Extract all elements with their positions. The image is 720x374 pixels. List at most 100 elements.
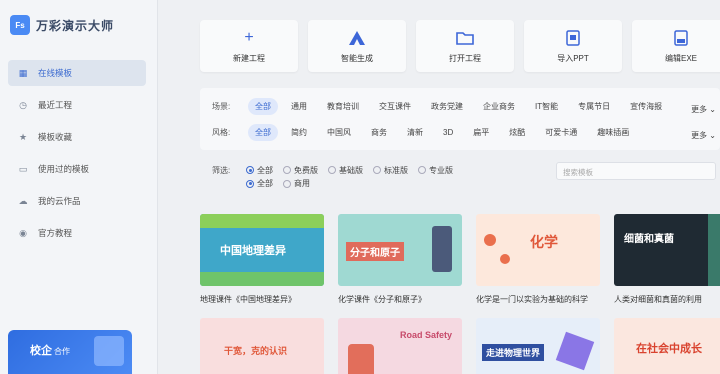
sidebar-item-label: 我的云作品 xyxy=(38,196,81,206)
sidebar: Fs 万彩演示大师 ▦ 在线模板 ◷ 最近工程 ★ 模板收藏 ▭ 使用过的模板 ☁ 我的云… xyxy=(0,0,158,374)
filter-panel: 场景: 全部 通用 教育培训 交互课件 政务党建 企业商务 IT智能 专属节日 … xyxy=(200,88,720,150)
promo-banner[interactable]: 校企 合作 xyxy=(8,330,132,374)
thumb-title: 细菌和真菌 xyxy=(624,234,674,245)
usage-filter-row: 全部 商用 xyxy=(246,178,320,189)
clock-icon: ◷ xyxy=(19,99,27,110)
sidebar-item-recent[interactable]: ◷ 最近工程 xyxy=(8,92,146,118)
radio-label: 标准版 xyxy=(384,165,408,175)
template-thumbnail: 在社会中成长 xyxy=(614,318,720,374)
app-logo: Fs xyxy=(10,15,30,35)
style-chip[interactable]: 炫酷 xyxy=(502,124,532,141)
sidebar-item-online-templates[interactable]: ▦ 在线模板 xyxy=(8,60,146,86)
scene-chip[interactable]: 交互课件 xyxy=(372,98,418,115)
scene-chip[interactable]: 专属节日 xyxy=(571,98,617,115)
style-chip[interactable]: 简约 xyxy=(284,124,314,141)
template-card[interactable]: 分子和原子 化学课件《分子和原子》 xyxy=(338,214,462,305)
sidebar-item-label: 使用过的模板 xyxy=(38,164,90,174)
thumb-decoration xyxy=(500,254,510,264)
promo-title: 校企 xyxy=(30,345,52,357)
radio-dot xyxy=(328,166,336,174)
thumb-title: 干宽，克的认识 xyxy=(224,346,288,356)
style-chip[interactable]: 可爱卡通 xyxy=(538,124,584,141)
sidebar-item-favorites[interactable]: ★ 模板收藏 xyxy=(8,124,146,150)
thumb-decoration xyxy=(348,344,374,374)
sidebar-item-used[interactable]: ▭ 使用过的模板 xyxy=(8,156,146,182)
style-chip[interactable]: 趣味插画 xyxy=(590,124,636,141)
thumb-decoration xyxy=(484,234,496,246)
template-card[interactable]: 化学 化学是一门以实验为基础的科学 xyxy=(476,214,600,305)
scene-chip[interactable]: IT智能 xyxy=(528,98,565,115)
template-card[interactable]: Road Safety xyxy=(338,318,462,374)
plus-icon: + xyxy=(244,28,254,46)
more-label: 更多 xyxy=(691,131,708,140)
action-label: 打开工程 xyxy=(449,53,481,63)
style-chip[interactable]: 清新 xyxy=(400,124,430,141)
template-caption: 地理课件《中国地理差异》 xyxy=(200,295,296,304)
scene-chip[interactable]: 宣传海报 xyxy=(623,98,669,115)
thumb-title: 中国地理差异 xyxy=(220,245,286,257)
license-radio[interactable]: 标准版 xyxy=(373,165,408,176)
sidebar-item-label: 模板收藏 xyxy=(38,132,73,142)
style-chip[interactable]: 3D xyxy=(436,125,460,140)
sidebar-item-label: 在线模板 xyxy=(38,68,73,78)
license-radio[interactable]: 免费版 xyxy=(283,165,318,176)
scene-chip[interactable]: 企业商务 xyxy=(476,98,522,115)
template-caption: 化学是一门以实验为基础的科学 xyxy=(476,295,588,304)
template-card[interactable]: 走进物理世界 xyxy=(476,318,600,374)
radio-dot xyxy=(283,179,291,188)
thumb-decoration xyxy=(432,226,452,272)
folder-icon xyxy=(456,29,474,47)
thumb-decoration xyxy=(200,272,324,286)
radio-dot xyxy=(373,166,381,174)
ppt-icon xyxy=(564,29,582,47)
scene-chip[interactable]: 政务党建 xyxy=(424,98,470,115)
template-card[interactable]: 细菌和真菌 人类对细菌和真菌的利用 xyxy=(614,214,720,305)
template-card[interactable]: 中国地理差异 地理课件《中国地理差异》 xyxy=(200,214,324,305)
chevron-down-icon: ⌄ xyxy=(709,131,716,140)
sidebar-item-tutorials[interactable]: ◉ 官方教程 xyxy=(8,220,146,246)
template-caption: 化学课件《分子和原子》 xyxy=(338,295,426,304)
template-thumbnail: 中国地理差异 xyxy=(200,214,324,286)
app-title: 万彩演示大师 xyxy=(36,18,115,33)
smart-generate-button[interactable]: 智能生成 xyxy=(308,20,406,72)
usage-radio[interactable]: 商用 xyxy=(283,178,310,189)
brand: Fs 万彩演示大师 xyxy=(10,15,114,35)
license-radio[interactable]: 专业版 xyxy=(418,165,453,176)
radio-label: 专业版 xyxy=(429,165,453,175)
template-card[interactable]: 在社会中成长 xyxy=(614,318,720,374)
thumb-title: 走进物理世界 xyxy=(482,344,545,361)
sidebar-item-cloud[interactable]: ☁ 我的云作品 xyxy=(8,188,146,214)
template-thumbnail: 细菌和真菌 xyxy=(614,214,720,286)
sidebar-nav: ▦ 在线模板 ◷ 最近工程 ★ 模板收藏 ▭ 使用过的模板 ☁ 我的云作品 ◉ 官方教程 xyxy=(8,60,146,252)
main-panel: + 新建工程 智能生成 打开工程 导入PPT 编辑EXE 场景: 全部 通用 教育… xyxy=(158,0,720,374)
template-thumbnail: Road Safety xyxy=(338,318,462,374)
license-radio[interactable]: 基础版 xyxy=(328,165,363,176)
style-chip[interactable]: 扁平 xyxy=(466,124,496,141)
edit-exe-button[interactable]: 编辑EXE xyxy=(632,20,720,72)
style-more-button[interactable]: 更多 ⌄ xyxy=(691,130,716,141)
radio-dot xyxy=(418,166,426,174)
action-label: 导入PPT xyxy=(557,53,589,63)
scene-more-button[interactable]: 更多 ⌄ xyxy=(691,104,716,115)
style-chip[interactable]: 商务 xyxy=(364,124,394,141)
import-ppt-button[interactable]: 导入PPT xyxy=(524,20,622,72)
license-radio[interactable]: 全部 xyxy=(246,165,273,176)
open-project-button[interactable]: 打开工程 xyxy=(416,20,514,72)
scene-chip[interactable]: 教育培训 xyxy=(320,98,366,115)
scene-chip[interactable]: 通用 xyxy=(284,98,314,115)
new-project-button[interactable]: + 新建工程 xyxy=(200,20,298,72)
scene-chip[interactable]: 全部 xyxy=(248,98,278,115)
exe-icon xyxy=(672,29,690,47)
template-thumbnail: 化学 xyxy=(476,214,600,286)
monitor-icon: ▭ xyxy=(18,163,28,174)
radio-dot xyxy=(246,166,254,174)
usage-radio[interactable]: 全部 xyxy=(246,178,273,189)
promo-illustration xyxy=(94,336,124,366)
search-input[interactable]: 搜索模板 xyxy=(556,162,716,180)
chevron-down-icon: ⌄ xyxy=(709,105,716,114)
template-caption: 人类对细菌和真菌的利用 xyxy=(614,295,702,304)
thumb-title: Road Safety xyxy=(400,330,453,340)
style-chip[interactable]: 中国风 xyxy=(320,124,358,141)
template-card[interactable]: 干宽，克的认识 xyxy=(200,318,324,374)
style-chip[interactable]: 全部 xyxy=(248,124,278,141)
